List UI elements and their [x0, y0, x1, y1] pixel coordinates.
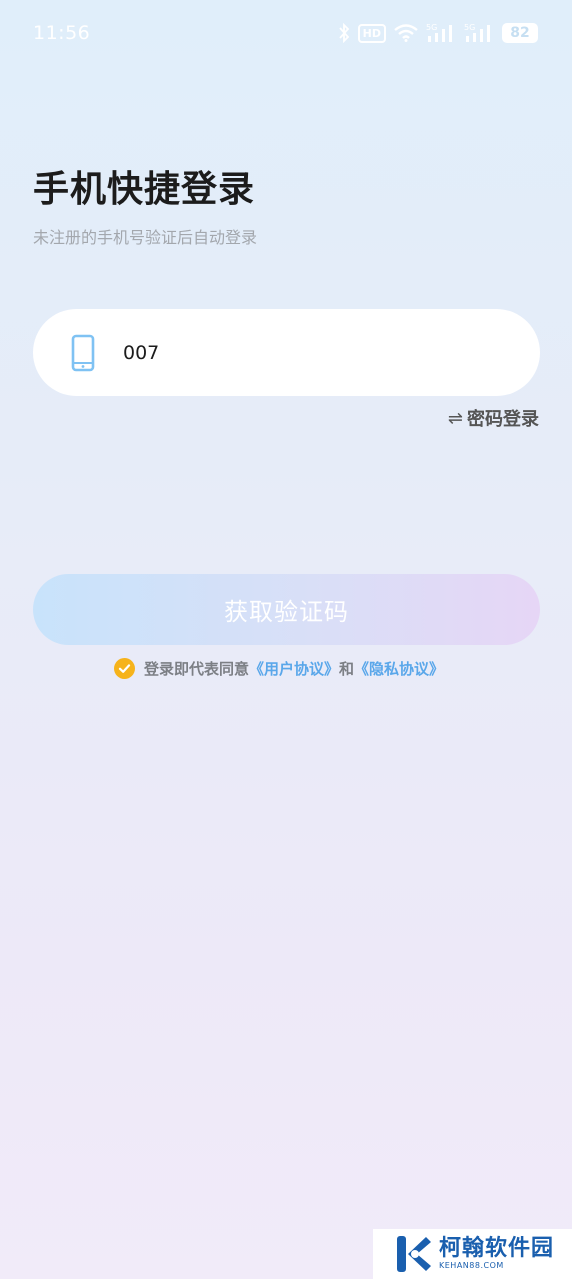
watermark: 柯翰软件园 KEHAN88.COM	[373, 1229, 572, 1279]
signal-net-label: 5G	[426, 23, 437, 32]
agreement-and: 和	[339, 660, 355, 678]
phone-input[interactable]	[121, 340, 505, 365]
watermark-sub: KEHAN88.COM	[439, 1261, 504, 1270]
get-code-button[interactable]: 获取验证码	[33, 574, 540, 645]
status-time: 11:56	[33, 22, 91, 44]
password-login-link[interactable]: ⇌ 密码登录	[448, 405, 539, 431]
password-login-label: 密码登录	[467, 409, 539, 430]
page-title: 手机快捷登录	[33, 169, 256, 210]
wifi-icon	[394, 24, 418, 42]
phone-icon	[71, 334, 95, 372]
signal-icon: 5G	[426, 22, 456, 44]
status-icons: HD 5G 5G 82	[338, 22, 538, 44]
battery-indicator: 82	[502, 23, 538, 43]
hd-badge: HD	[357, 23, 386, 43]
agreement: 登录即代表同意 《用户协议》 和 《隐私协议》	[114, 658, 444, 679]
watermark-logo-icon	[393, 1232, 433, 1276]
user-agreement-link[interactable]: 《用户协议》	[249, 658, 339, 679]
swap-icon: ⇌	[447, 407, 463, 429]
bluetooth-icon	[338, 23, 350, 43]
watermark-text: 柯翰软件园 KEHAN88.COM	[439, 1237, 554, 1271]
signal-icon: 5G	[464, 22, 494, 44]
phone-field[interactable]	[33, 309, 540, 396]
watermark-title: 柯翰软件园	[439, 1236, 555, 1261]
privacy-policy-link[interactable]: 《隐私协议》	[354, 658, 444, 679]
check-icon[interactable]	[114, 658, 135, 679]
status-bar: 11:56 HD 5G 5G 82	[0, 0, 572, 70]
agreement-text: 登录即代表同意	[144, 660, 250, 678]
signal-net-label: 5G	[464, 23, 475, 32]
page-subtitle: 未注册的手机号验证后自动登录	[33, 228, 258, 247]
